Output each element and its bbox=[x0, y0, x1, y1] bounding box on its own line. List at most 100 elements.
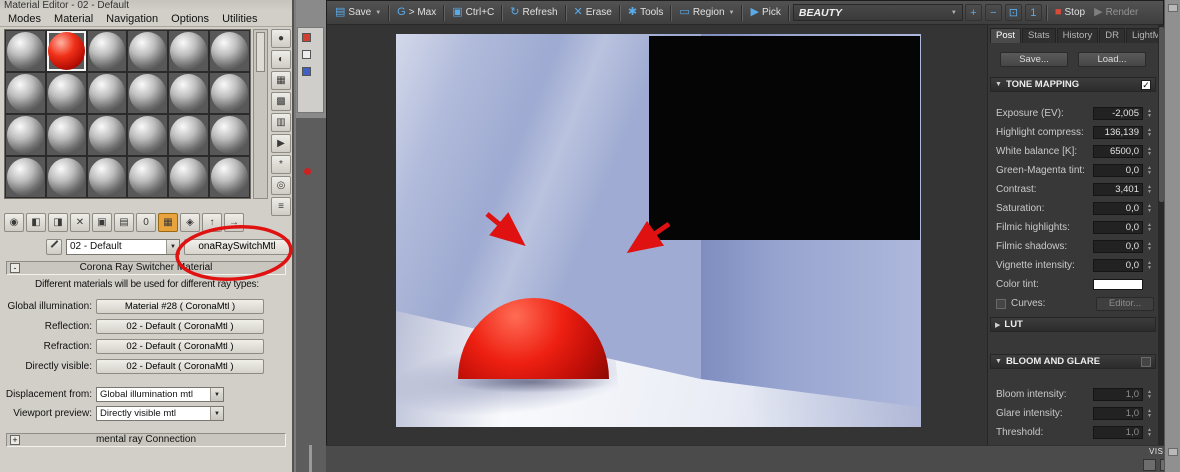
sample-slot[interactable] bbox=[128, 115, 168, 155]
sample-slot[interactable] bbox=[169, 115, 209, 155]
tab-dr[interactable]: DR bbox=[1099, 28, 1125, 43]
spinner-arrows[interactable]: ▲ ▼ bbox=[1145, 165, 1154, 176]
value-field[interactable]: 0,0 bbox=[1093, 240, 1143, 253]
sample-slot[interactable] bbox=[87, 31, 127, 71]
tone-mapping-header[interactable]: ▼ TONE MAPPING ✓ bbox=[990, 77, 1156, 92]
sample-slot[interactable] bbox=[6, 157, 45, 197]
spinner-arrows[interactable]: ▲ ▼ bbox=[1145, 260, 1154, 271]
put-to-library-button[interactable]: ▤ bbox=[114, 213, 134, 232]
material-map-navigator-button[interactable]: ≡ bbox=[271, 197, 291, 216]
value-field[interactable]: 0,0 bbox=[1093, 259, 1143, 272]
spinner-arrows[interactable]: ▲ ▼ bbox=[1145, 222, 1154, 233]
sample-slot[interactable] bbox=[210, 73, 249, 113]
value-field[interactable]: 0,0 bbox=[1093, 202, 1143, 215]
reset-map-button[interactable]: ✕ bbox=[70, 213, 90, 232]
value-field[interactable]: 1,0 bbox=[1093, 388, 1143, 401]
bloom-glare-header[interactable]: ▼ BLOOM AND GLARE bbox=[990, 354, 1156, 369]
get-material-button[interactable]: ◉ bbox=[4, 213, 24, 232]
options-button[interactable]: * bbox=[271, 155, 291, 174]
make-unique-button[interactable]: ▣ bbox=[92, 213, 112, 232]
put-to-scene-button[interactable]: ◧ bbox=[26, 213, 46, 232]
tab-history[interactable]: History bbox=[1056, 28, 1099, 43]
eyedropper-icon[interactable] bbox=[46, 238, 62, 255]
color-tint-swatch[interactable] bbox=[1093, 279, 1143, 290]
sample-slot[interactable] bbox=[87, 157, 127, 197]
spinner-arrows[interactable]: ▲ ▼ bbox=[1145, 127, 1154, 138]
zoom-in-button[interactable]: + bbox=[964, 4, 982, 21]
sample-slot[interactable] bbox=[46, 73, 86, 113]
menu-utilities[interactable]: Utilities bbox=[222, 13, 257, 25]
go-forward-button[interactable]: → bbox=[224, 213, 244, 232]
spinner-arrows[interactable]: ▲ ▼ bbox=[1145, 241, 1154, 252]
spinner-arrows[interactable]: ▲ ▼ bbox=[1145, 427, 1154, 438]
menu-navigation[interactable]: Navigation bbox=[106, 13, 158, 25]
video-color-check-button[interactable]: ▥ bbox=[271, 113, 291, 132]
save-settings-button[interactable]: Save... bbox=[1000, 52, 1068, 67]
sample-slot[interactable] bbox=[6, 115, 45, 155]
erase-button[interactable]: ✕ Erase bbox=[570, 5, 616, 20]
sample-grid-scrollbar[interactable] bbox=[253, 29, 268, 199]
sample-slot[interactable] bbox=[128, 157, 168, 197]
corona-ray-switcher-rollout-header[interactable]: - Corona Ray Switcher Material bbox=[6, 261, 286, 275]
sample-slot[interactable] bbox=[6, 31, 45, 71]
sample-slot[interactable] bbox=[46, 157, 86, 197]
material-slot-button[interactable]: 02 - Default ( CoronaMtl ) bbox=[96, 358, 264, 374]
menu-options[interactable]: Options bbox=[171, 13, 209, 25]
tab-stats[interactable]: Stats bbox=[1022, 28, 1056, 43]
sample-slot[interactable] bbox=[210, 115, 249, 155]
menu-modes[interactable]: Modes bbox=[8, 13, 41, 25]
value-field[interactable]: 0,0 bbox=[1093, 164, 1143, 177]
material-type-button[interactable]: onaRaySwitchMtl bbox=[184, 238, 290, 255]
tone-mapping-checkbox[interactable]: ✓ bbox=[1141, 79, 1151, 90]
value-field[interactable]: 1,0 bbox=[1093, 426, 1143, 439]
make-preview-button[interactable]: ▶ bbox=[271, 134, 291, 153]
spinner-arrows[interactable]: ▲ ▼ bbox=[1145, 184, 1154, 195]
spinner-arrows[interactable]: ▲ ▼ bbox=[1145, 203, 1154, 214]
collapse-icon[interactable]: - bbox=[10, 263, 20, 273]
value-field[interactable]: 6500,0 bbox=[1093, 145, 1143, 158]
value-field[interactable]: -2,005 bbox=[1093, 107, 1143, 120]
sample-slot[interactable] bbox=[128, 73, 168, 113]
go-to-parent-button[interactable]: ↑ bbox=[202, 213, 222, 232]
expand-icon[interactable]: + bbox=[10, 435, 20, 445]
sample-slot[interactable] bbox=[6, 73, 45, 113]
scrollbar-thumb[interactable] bbox=[256, 32, 265, 72]
refresh-button[interactable]: ↻ Refresh bbox=[506, 5, 561, 20]
lut-header[interactable]: ▶ LUT bbox=[990, 317, 1156, 332]
material-slot-button[interactable]: 02 - Default ( CoronaMtl ) bbox=[96, 318, 264, 334]
spinner-arrows[interactable]: ▲ ▼ bbox=[1145, 408, 1154, 419]
value-field[interactable]: 136,139 bbox=[1093, 126, 1143, 139]
curves-checkbox[interactable] bbox=[996, 298, 1006, 309]
spinner-arrows[interactable]: ▲ ▼ bbox=[1145, 389, 1154, 400]
dropdown[interactable]: Directly visible mtl ▼ bbox=[96, 406, 224, 421]
save-button[interactable]: ▤ Save ▼ bbox=[331, 5, 385, 20]
sample-slot[interactable] bbox=[128, 31, 168, 71]
value-field[interactable]: 3,401 bbox=[1093, 183, 1143, 196]
material-name-dropdown[interactable]: 02 - Default ▼ bbox=[66, 238, 180, 255]
zoom-100-button[interactable]: 1 bbox=[1024, 4, 1042, 21]
sample-slot[interactable] bbox=[87, 73, 127, 113]
sample-slot[interactable] bbox=[46, 115, 86, 155]
material-slot-button[interactable]: 02 - Default ( CoronaMtl ) bbox=[96, 338, 264, 354]
sample-type-button[interactable]: ● bbox=[271, 29, 291, 48]
material-slot-button[interactable]: Material #28 ( CoronaMtl ) bbox=[96, 298, 264, 314]
render-button[interactable]: ▶ Render bbox=[1090, 5, 1142, 20]
bloom-glare-checkbox[interactable] bbox=[1141, 356, 1151, 367]
sample-slot[interactable] bbox=[87, 115, 127, 155]
sample-slot[interactable] bbox=[169, 31, 209, 71]
sample-slot[interactable] bbox=[169, 157, 209, 197]
select-by-material-button[interactable]: ◎ bbox=[271, 176, 291, 195]
curves-editor-button[interactable]: Editor... bbox=[1096, 296, 1154, 311]
zoom-fit-button[interactable]: ⊡ bbox=[1004, 4, 1022, 21]
sample-slot[interactable] bbox=[210, 31, 249, 71]
tab-post[interactable]: Post bbox=[990, 28, 1022, 43]
sample-slot[interactable] bbox=[46, 31, 86, 71]
render-element-dropdown[interactable]: BEAUTY ▼ bbox=[792, 4, 963, 21]
value-field[interactable]: 1,0 bbox=[1093, 407, 1143, 420]
load-settings-button[interactable]: Load... bbox=[1078, 52, 1146, 67]
copy-button[interactable]: ▣ Ctrl+C bbox=[448, 5, 498, 20]
value-field[interactable]: 0,0 bbox=[1093, 221, 1143, 234]
zoom-out-button[interactable]: − bbox=[984, 4, 1002, 21]
spinner-arrows[interactable]: ▲ ▼ bbox=[1145, 108, 1154, 119]
show-end-result-button[interactable]: ◈ bbox=[180, 213, 200, 232]
